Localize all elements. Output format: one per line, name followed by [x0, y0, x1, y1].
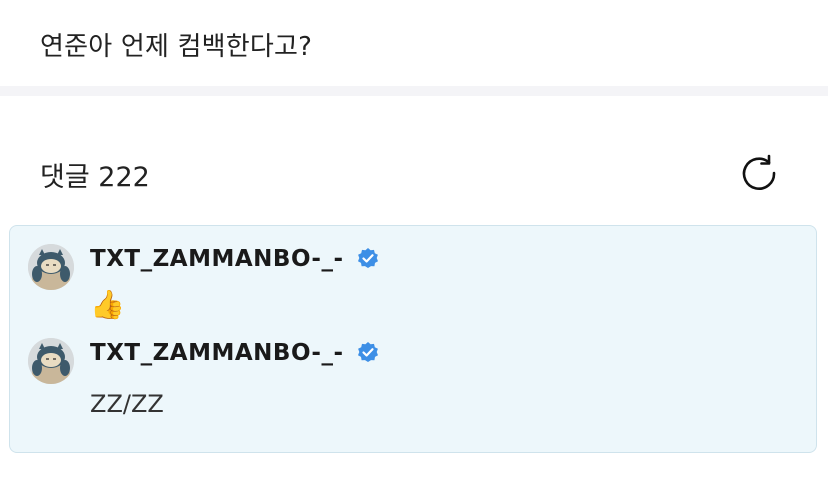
refresh-icon [742, 154, 776, 190]
comment-author[interactable]: TXT_ZAMMANBO-_- [90, 246, 380, 272]
comment-text: ZZ/ZZ [90, 390, 164, 418]
refresh-button[interactable] [738, 152, 780, 194]
comment-list: TXT_ZAMMANBO-_- 👍 TXT_ZAMMANBO-_- ZZ/ZZ [9, 225, 817, 453]
comments-count-header: 댓글 222 [40, 162, 150, 193]
comment-text: 👍 [90, 288, 125, 321]
verified-badge-icon [357, 248, 378, 268]
snorlax-avatar-icon [28, 338, 74, 384]
section-divider [0, 86, 828, 96]
author-name: TXT_ZAMMANBO-_- [90, 246, 344, 272]
post-title: 연준아 언제 컴백한다고? [40, 32, 313, 62]
avatar[interactable] [28, 244, 74, 290]
snorlax-avatar-icon [28, 244, 74, 290]
avatar[interactable] [28, 338, 74, 384]
author-name: TXT_ZAMMANBO-_- [90, 340, 344, 366]
verified-badge-icon [357, 342, 378, 362]
comment-author[interactable]: TXT_ZAMMANBO-_- [90, 340, 380, 366]
